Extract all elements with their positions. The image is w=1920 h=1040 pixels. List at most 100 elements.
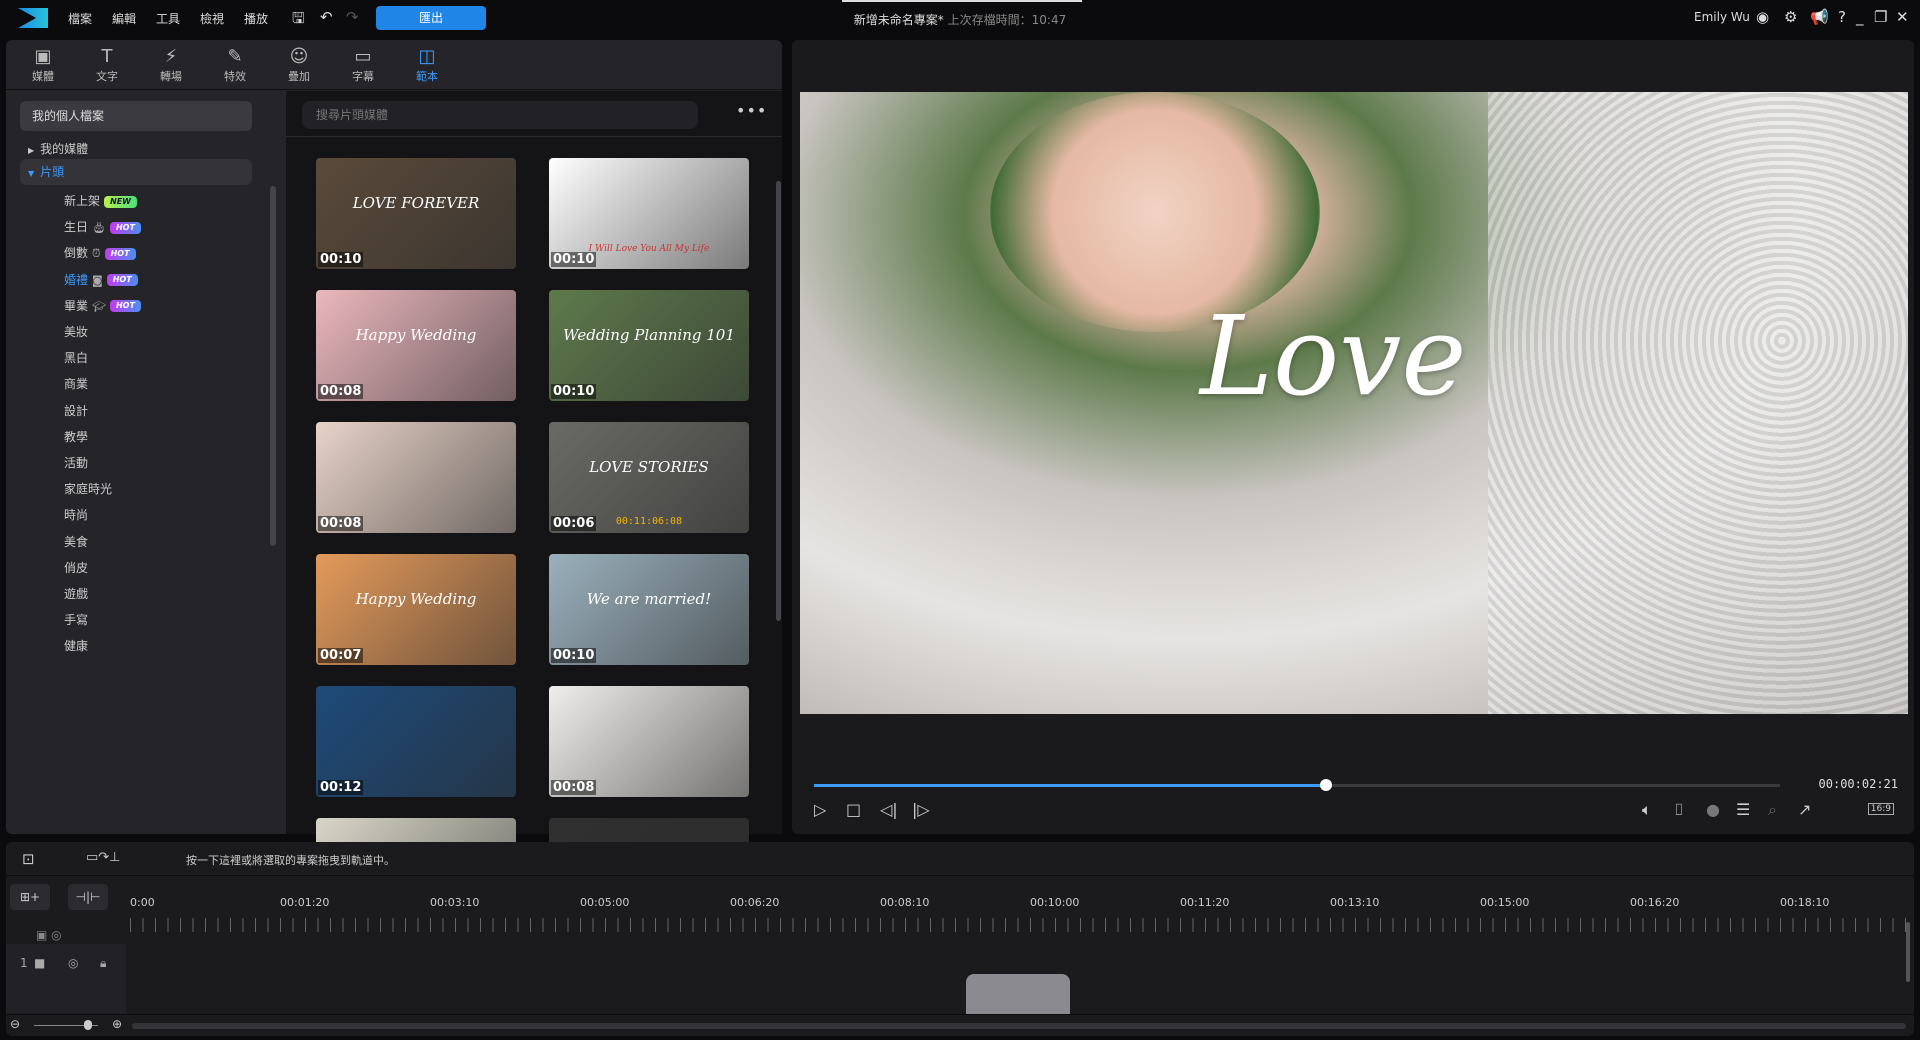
track-header: 1 ■ ◎ 🔒︎ — [6, 944, 126, 1014]
tab-label: 特效 — [224, 70, 246, 83]
lock-icon[interactable]: 🔒︎ — [100, 956, 106, 971]
intro-item[interactable]: ▼ 片頭 — [20, 159, 252, 185]
my-media-label: 我的媒體 — [40, 142, 89, 156]
category-item[interactable]: 新上架 NEW — [64, 191, 137, 211]
category-item[interactable]: 教學 — [64, 427, 88, 447]
more-options-icon[interactable]: ••• — [736, 101, 767, 120]
aspect-ratio-button[interactable]: 16:9 — [1867, 803, 1894, 815]
timeline-scrollbar[interactable] — [1906, 922, 1910, 982]
tab-text[interactable]: T 文字 — [82, 46, 132, 84]
template-caption: Happy Wedding — [355, 326, 477, 344]
grid-scrollbar[interactable] — [776, 181, 781, 621]
category-label: 家庭時光 — [64, 482, 113, 497]
category-label: 教學 — [64, 429, 89, 444]
category-item[interactable]: 遊戲 — [64, 584, 88, 604]
template-duration: 00:10 — [551, 252, 597, 267]
add-to-timeline-icon[interactable]: ▭↷⊥ — [86, 850, 121, 865]
ruler-ticks — [130, 918, 1910, 932]
category-item[interactable]: 手寫 — [64, 610, 88, 630]
help-icon[interactable]: ? — [1838, 8, 1846, 26]
category-label: 美食 — [64, 534, 89, 549]
pop-out-icon[interactable]: ↗ — [1798, 800, 1811, 819]
account-icon[interactable]: ◉ — [1756, 8, 1769, 26]
search-input[interactable]: 搜尋片頭媒體 — [302, 101, 698, 129]
playlist-icon[interactable]: ☰ — [1736, 800, 1750, 819]
tab-media[interactable]: ▣ 媒體 — [18, 46, 68, 84]
category-item[interactable]: 設計 — [64, 401, 88, 421]
restore-icon[interactable]: ❐ — [1874, 8, 1887, 26]
template-caption: We are married! — [586, 590, 712, 608]
snap-button[interactable]: ⊣|⊢ — [68, 884, 108, 910]
tab-label: 字幕 — [352, 70, 374, 83]
category-scrollbar[interactable] — [270, 186, 276, 546]
category-item[interactable]: 家庭時光 — [64, 479, 112, 499]
zoom-in-icon[interactable]: ⊕ — [112, 1017, 122, 1031]
category-badge: HOT — [104, 247, 136, 260]
template-thumbnail[interactable]: Happy Wedding 00:07 — [316, 554, 516, 665]
zoom-slider-handle[interactable] — [84, 1020, 92, 1030]
template-caption: LOVE STORIES — [589, 458, 709, 476]
previous-frame-icon[interactable]: ◁| — [880, 800, 898, 819]
close-icon[interactable]: ✕ — [1896, 8, 1909, 26]
template-thumbnail[interactable]: I Will Love You All My Life 00:10 — [549, 158, 749, 269]
seek-handle[interactable] — [1319, 779, 1332, 791]
zoom-out-icon[interactable]: ⊖ — [10, 1017, 20, 1031]
ruler-label: 00:11:20 — [1180, 896, 1230, 909]
category-icon: 🎂︎ — [92, 221, 106, 235]
category-item[interactable]: 倒數 ⏰︎ HOT — [64, 243, 136, 263]
next-frame-icon[interactable]: |▷ — [912, 800, 930, 819]
library-panel: ▣ 媒體 T 文字 ⚡ 轉場 ✎ 特效 ☺ 疊加 ▭ 字幕 ◫ 範本 我的個人檔案 ▶ 我的媒體… — [6, 40, 782, 929]
category-item[interactable]: 美食 — [64, 532, 88, 552]
visibility-icon[interactable]: ◎ — [68, 956, 78, 970]
settings-icon[interactable]: ⚙ — [1784, 8, 1797, 26]
preview-video[interactable]: Love — [800, 92, 1908, 714]
stop-icon[interactable]: □ — [846, 800, 861, 819]
category-item[interactable]: 健康 — [64, 636, 88, 656]
announcement-icon[interactable]: 📢 — [1810, 8, 1829, 26]
volume-icon[interactable]: 🔈︎ — [1642, 800, 1652, 820]
template-thumbnail[interactable]: LOVE STORIES 00:11:06:08 00:06 — [549, 422, 749, 533]
category-item[interactable]: 黑白 — [64, 348, 88, 368]
tab-overlay[interactable]: ☺ 疊加 — [274, 46, 324, 84]
record-icon[interactable]: ● — [1706, 800, 1720, 819]
category-item[interactable]: 時尚 — [64, 505, 88, 525]
template-thumbnail[interactable]: Wedding Planning 101 00:10 — [549, 290, 749, 401]
tab-effect[interactable]: ✎ 特效 — [210, 46, 260, 84]
template-duration: 00:10 — [551, 384, 597, 399]
tab-label: 文字 — [96, 70, 118, 83]
category-label: 手寫 — [64, 613, 89, 628]
category-item[interactable]: 婚禮 ◙ HOT — [64, 270, 138, 290]
category-item[interactable]: 商業 — [64, 374, 88, 394]
empty-track-clip-icon — [966, 974, 1070, 1014]
play-icon[interactable]: ▷ — [814, 800, 826, 819]
user-name[interactable]: Emily Wu — [1694, 10, 1750, 24]
my-profile-button[interactable]: 我的個人檔案 — [20, 101, 252, 131]
zoom-preview-icon[interactable]: ⌕ — [1768, 800, 1777, 820]
category-label: 時尚 — [64, 508, 89, 523]
tab-template[interactable]: ◫ 範本 — [402, 46, 452, 84]
ruler-label: 00:01:20 — [280, 896, 330, 909]
time-ruler[interactable]: 0:00 00:01:20 00:03:10 00:05:00 00:06:20 00:0… — [130, 896, 1910, 936]
track-manager-button[interactable]: ⊞+ — [10, 884, 50, 910]
template-caption: Happy Wedding — [355, 590, 477, 608]
template-thumbnail[interactable]: 00:12 — [316, 686, 516, 797]
snapshot-icon[interactable]: ⌷ — [1674, 800, 1684, 820]
storyboard-icon[interactable]: ⊡ — [22, 850, 35, 868]
category-item[interactable]: 活動 — [64, 453, 88, 473]
template-thumbnail[interactable]: 00:08 — [549, 686, 749, 797]
tab-transition[interactable]: ⚡ 轉場 — [146, 46, 196, 84]
template-thumbnail[interactable]: LOVE FOREVER 00:10 — [316, 158, 516, 269]
timeline-panel: ⊡ ▭↷⊥ 按一下這裡或將選取的專案拖曳到軌道中。 ⊞+ ⊣|⊢ 0:00 00:… — [6, 842, 1914, 1036]
minimize-icon[interactable]: _ — [1856, 8, 1864, 26]
template-thumbnail[interactable]: Happy Wedding 00:08 — [316, 290, 516, 401]
tab-subtitle[interactable]: ▭ 字幕 — [338, 46, 388, 84]
category-item[interactable]: 畢業 🎓︎ HOT — [64, 296, 141, 316]
category-item[interactable]: 生日 🎂︎ HOT — [64, 217, 141, 237]
template-thumbnail[interactable]: 00:08 — [316, 422, 516, 533]
horizontal-scrollbar[interactable] — [132, 1023, 1906, 1029]
category-item[interactable]: 美妝 — [64, 322, 88, 342]
ruler-label: 00:06:20 — [730, 896, 780, 909]
seek-bar[interactable] — [814, 779, 1780, 791]
category-item[interactable]: 俏皮 — [64, 558, 88, 578]
template-thumbnail[interactable]: We are married! 00:10 — [549, 554, 749, 665]
